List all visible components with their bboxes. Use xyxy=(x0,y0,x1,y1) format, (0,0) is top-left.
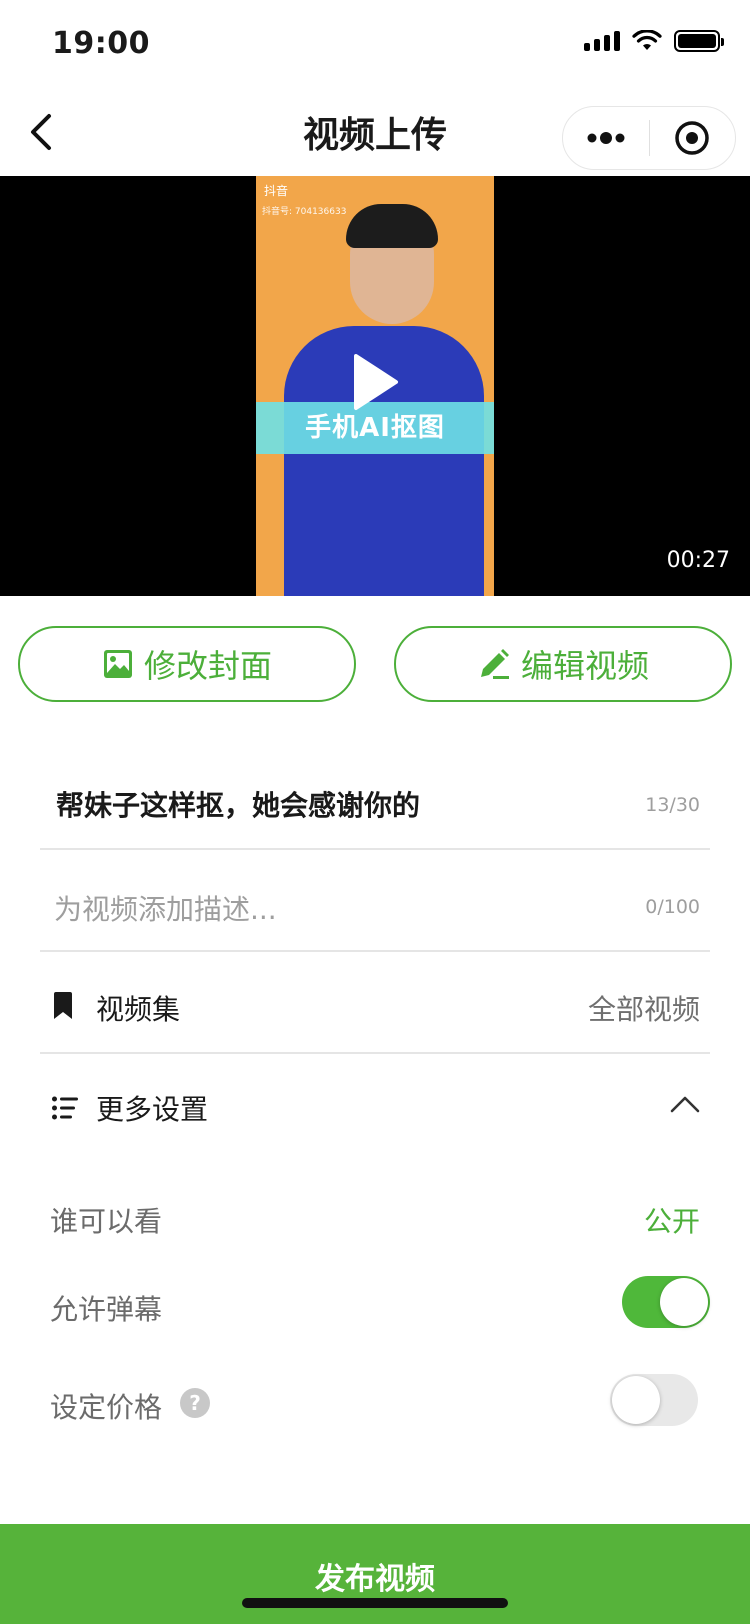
image-icon xyxy=(103,650,132,678)
list-icon xyxy=(52,1096,78,1120)
toggle-knob xyxy=(660,1278,708,1326)
danmu-setting-row: 允许弹幕 xyxy=(50,1272,710,1342)
visibility-value: 公开 xyxy=(643,1205,700,1238)
more-settings-label: 更多设置 xyxy=(96,1093,209,1126)
description-char-counter: 0/100 xyxy=(645,896,700,918)
visibility-label: 谁可以看 xyxy=(50,1205,163,1238)
status-icons xyxy=(584,30,724,52)
thumbnail-account-id: 抖音号: 704136633 xyxy=(262,207,347,217)
nav-bar: 视频上传 xyxy=(0,88,750,176)
chevron-up-icon xyxy=(670,1096,700,1113)
close-target-icon[interactable] xyxy=(650,107,736,169)
signal-icon xyxy=(584,31,620,51)
video-player[interactable]: 抖音 抖音号: 704136633 手机AI抠图 00:27 xyxy=(0,176,750,596)
video-duration: 00:27 xyxy=(666,548,730,573)
bookmark-icon xyxy=(54,992,72,1019)
video-collection-row[interactable]: 视频集 全部视频 xyxy=(40,964,710,1054)
status-bar: 19:00 xyxy=(0,0,750,88)
video-title-field[interactable]: 帮妹子这样抠，她会感谢你的 13/30 xyxy=(40,760,710,850)
more-icon[interactable] xyxy=(563,107,649,169)
collection-value: 全部视频 xyxy=(587,993,700,1026)
video-description-field[interactable]: 为视频添加描述... 0/100 xyxy=(40,862,710,952)
toggle-knob xyxy=(612,1376,660,1424)
more-settings-toggle[interactable]: 更多设置 xyxy=(40,1064,710,1154)
title-char-counter: 13/30 xyxy=(645,794,700,816)
wifi-icon xyxy=(632,30,662,50)
price-label: 设定价格 xyxy=(50,1391,163,1424)
video-title-text: 帮妹子这样抠，她会感谢你的 xyxy=(56,789,421,822)
thumbnail-person-hair xyxy=(346,204,438,248)
price-setting-row: 设定价格 ? xyxy=(50,1370,710,1440)
mini-program-capsule xyxy=(562,106,736,170)
play-icon[interactable] xyxy=(350,352,400,412)
pencil-icon xyxy=(480,649,509,679)
help-icon[interactable]: ? xyxy=(180,1388,210,1418)
danmu-toggle[interactable] xyxy=(622,1276,710,1328)
edit-video-label: 编辑视频 xyxy=(520,647,649,685)
battery-icon xyxy=(674,30,724,52)
thumbnail-brand: 抖音 xyxy=(264,184,289,198)
publish-video-button[interactable]: 发布视频 xyxy=(0,1524,750,1624)
danmu-label: 允许弹幕 xyxy=(50,1293,163,1326)
video-actions: 修改封面 编辑视频 xyxy=(0,626,750,702)
change-cover-button[interactable]: 修改封面 xyxy=(18,626,356,702)
collection-label: 视频集 xyxy=(96,993,181,1026)
home-indicator xyxy=(242,1598,508,1608)
visibility-setting-row[interactable]: 谁可以看 公开 xyxy=(50,1184,710,1254)
change-cover-label: 修改封面 xyxy=(143,647,272,685)
description-placeholder: 为视频添加描述... xyxy=(54,893,277,926)
publish-video-label: 发布视频 xyxy=(315,1562,435,1597)
edit-video-button[interactable]: 编辑视频 xyxy=(394,626,732,702)
status-time: 19:00 xyxy=(52,26,150,61)
price-toggle[interactable] xyxy=(610,1374,698,1426)
